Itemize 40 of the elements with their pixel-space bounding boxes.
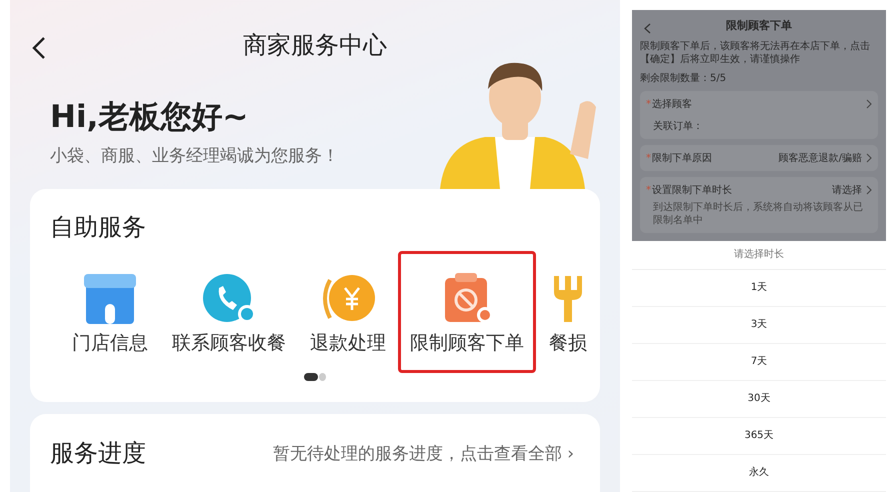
form-row[interactable]: *设置限制下单时长 请选择 到达限制下单时长后，系统将自动将该顾客从已限制名单中 [640,177,878,233]
field-value: 请选择 [832,184,862,197]
service-item[interactable]: 餐损 [536,251,600,374]
greeting: Hi,老板您好~ [50,98,250,138]
restriction-description: 限制顾客下单后，该顾客将无法再在本店下单，点击【确定】后将立即生效，请谨慎操作 [640,40,871,66]
field-label: 设置限制下单时长 [652,184,733,197]
form-row[interactable]: *限制下单原因 顾客恶意退款/骗赔 [640,145,878,171]
remaining-count: 剩余限制数量：5/5 [640,72,728,85]
duration-option[interactable]: 365天 [632,418,886,455]
view-all-link[interactable]: 暂无待处理的服务进度，点击查看全部 › [272,442,574,465]
chevron-icon [866,99,872,109]
required-mark: * [646,184,651,196]
back-icon[interactable] [32,36,46,60]
service-item[interactable]: 门店信息 [60,251,160,374]
duration-option[interactable]: 永久 [632,455,886,492]
screen-title: 限制顾客下单 [726,18,792,32]
section-title: 服务进度 [50,438,146,470]
service-item[interactable]: 退款处理 [298,251,398,374]
chevron-icon [866,153,872,163]
section-title: 自助服务 [50,212,147,244]
field-label: 选择顾客 [652,98,693,111]
form-row[interactable]: *选择顾客 关联订单： [640,91,878,139]
service-item[interactable]: 联系顾客收餐 [160,251,298,374]
field-note: 到达限制下单时长后，系统将自动将该顾客从已限制名单中 [652,201,864,227]
field-value: 顾客恶意退款/骗赔 [778,152,862,165]
service-item[interactable]: 限制顾客下单 [398,251,536,374]
chevron-icon [866,185,872,195]
required-mark: * [646,152,651,164]
field-sub-label: 关联订单： [652,120,704,133]
store-icon [82,272,138,324]
duration-option[interactable]: 7天 [632,344,886,381]
field-label: 限制下单原因 [652,152,713,165]
duration-option[interactable]: 30天 [632,381,886,418]
screen-title: 商家服务中心 [243,30,387,61]
duration-option[interactable]: 3天 [632,307,886,344]
duration-option[interactable]: 1天 [632,270,886,307]
page-indicator [304,373,326,382]
picker-title: 请选择时长 [632,241,886,270]
greeting-subtitle: 小袋、商服、业务经理竭诚为您服务！ [50,145,339,168]
required-mark: * [646,98,651,110]
